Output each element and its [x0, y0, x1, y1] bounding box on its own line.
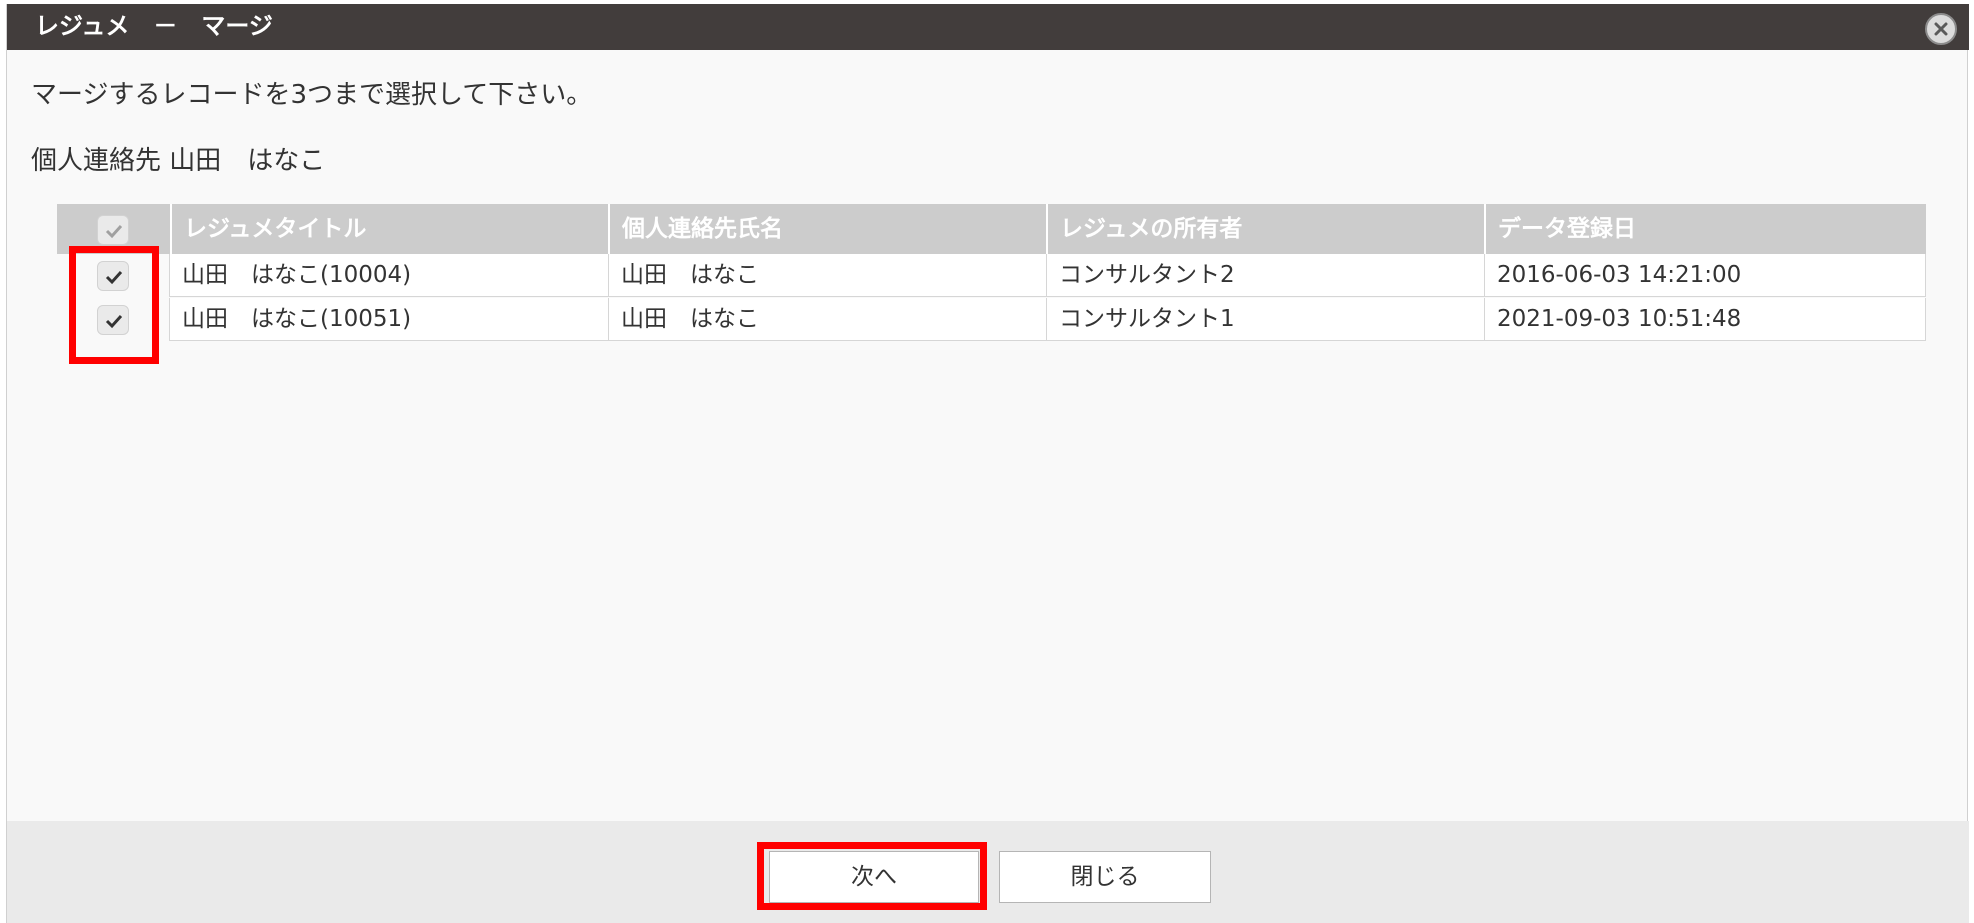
column-header-resume-title[interactable]: レジュメタイトル [170, 204, 608, 254]
row-cells: 山田 はなこ(10051) 山田 はなこ コンサルタント1 2021-09-03… [169, 298, 1926, 341]
cell-created-date: 2016-06-03 14:21:00 [1484, 254, 1926, 297]
dialog-footer: 次へ 閉じる [7, 821, 1969, 923]
close-icon[interactable] [1925, 13, 1957, 45]
cell-owner: コンサルタント1 [1046, 298, 1484, 341]
instruction-text: マージするレコードを3つまで選択して下さい。 [31, 80, 593, 110]
close-button[interactable]: 閉じる [999, 851, 1211, 903]
column-header-contact-name[interactable]: 個人連絡先氏名 [608, 204, 1046, 254]
row-cells: 山田 はなこ(10004) 山田 はなこ コンサルタント2 2016-06-03… [169, 254, 1926, 297]
table-row[interactable]: 山田 はなこ(10051) 山田 はなこ コンサルタント1 2021-09-03… [57, 298, 1926, 341]
row-checkbox[interactable] [97, 305, 129, 335]
table-row[interactable]: 山田 はなこ(10004) 山田 はなこ コンサルタント2 2016-06-03… [57, 254, 1926, 297]
table-header: レジュメタイトル 個人連絡先氏名 レジュメの所有者 データ登録日 [57, 204, 1926, 254]
merge-dialog: レジュメ － マージ マージするレコードを3つまで選択して下さい。 個人連絡先 … [6, 4, 1969, 923]
cell-contact-name: 山田 はなこ [608, 254, 1046, 297]
column-header-created-date[interactable]: データ登録日 [1484, 204, 1926, 254]
cell-resume-title: 山田 はなこ(10051) [182, 306, 412, 332]
cell-resume-title: 山田 はなこ(10004) [182, 262, 412, 288]
contact-label: 個人連絡先 山田 はなこ [31, 146, 326, 176]
select-all-checkbox[interactable] [97, 215, 129, 245]
cell-contact-name: 山田 はなこ [608, 298, 1046, 341]
column-header-owner[interactable]: レジュメの所有者 [1046, 204, 1484, 254]
dialog-titlebar: レジュメ － マージ [7, 4, 1969, 50]
next-button[interactable]: 次へ [769, 851, 979, 903]
dialog-title: レジュメ － マージ [35, 12, 273, 40]
cell-owner: コンサルタント2 [1046, 254, 1484, 297]
cell-created-date: 2021-09-03 10:51:48 [1484, 298, 1926, 341]
row-checkbox[interactable] [97, 261, 129, 291]
